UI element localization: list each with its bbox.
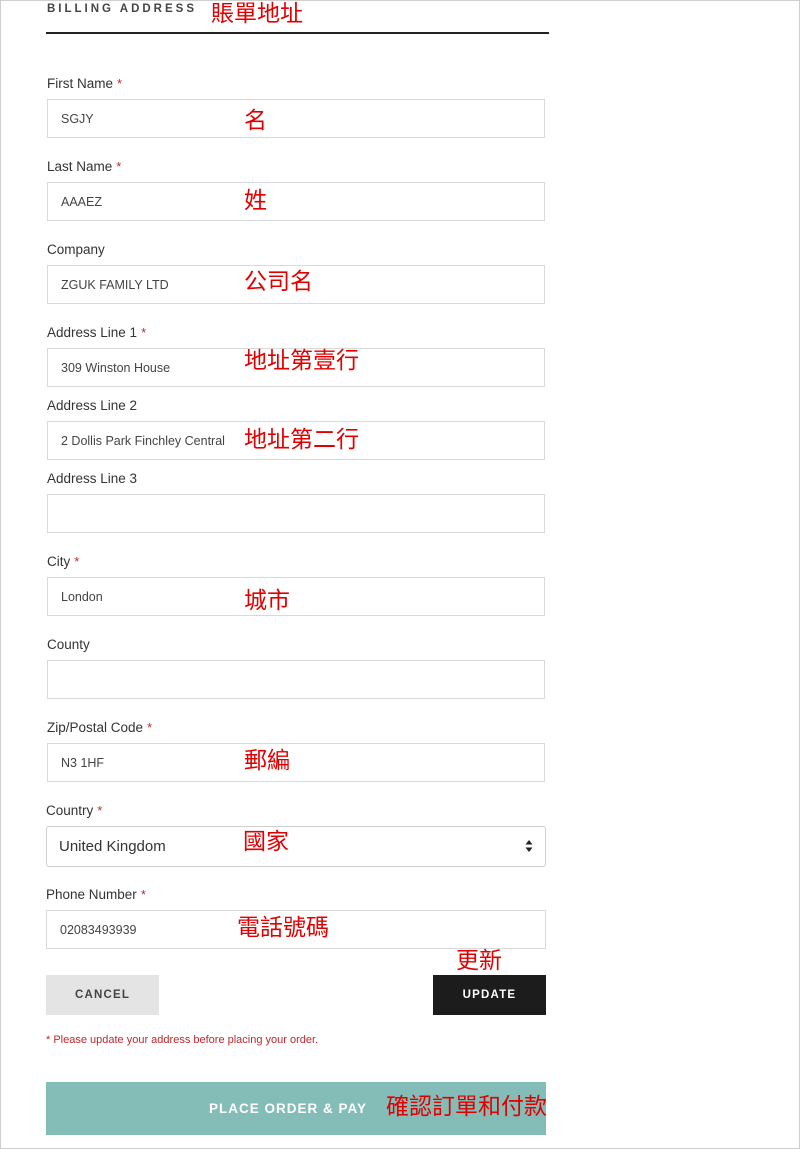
section-divider	[46, 32, 549, 34]
address-line-1-label: Address Line 1 *	[47, 325, 147, 340]
company-annotation: 公司名	[244, 269, 313, 295]
address-line-3-input[interactable]	[47, 494, 545, 533]
last-name-input[interactable]: AAAEZ	[47, 182, 545, 221]
zip-annotation: 郵編	[244, 748, 290, 774]
phone-annotation: 電話號碼	[237, 915, 329, 941]
required-asterisk: *	[97, 803, 103, 818]
county-label: County	[47, 637, 90, 652]
company-label: Company	[47, 242, 105, 257]
city-annotation: 城市	[244, 588, 290, 614]
country-selected-value: United Kingdom	[59, 838, 166, 855]
required-asterisk: *	[141, 325, 147, 340]
update-annotation: 更新	[456, 948, 502, 974]
zip-input[interactable]: N3 1HF	[47, 743, 545, 782]
first-name-annotation: 名	[244, 108, 267, 134]
country-label: Country *	[46, 803, 103, 818]
place-order-label: PLACE ORDER & PAY	[208, 1101, 368, 1116]
address-line-1-annotation: 地址第壹行	[244, 348, 359, 374]
address-line-2-annotation: 地址第二行	[244, 427, 359, 453]
address-line-2-label: Address Line 2	[47, 398, 138, 413]
cancel-button[interactable]: CANCEL	[46, 975, 159, 1015]
section-title-annotation: 賬單地址	[211, 1, 303, 27]
zip-label: Zip/Postal Code *	[47, 720, 153, 735]
city-input[interactable]: London	[47, 577, 545, 616]
select-arrows-icon	[525, 840, 533, 852]
last-name-label: Last Name *	[47, 159, 122, 174]
phone-label: Phone Number *	[46, 887, 146, 902]
place-order-annotation: 確認訂單和付款	[386, 1094, 547, 1120]
required-asterisk: *	[117, 76, 123, 91]
first-name-input[interactable]: SGJY	[47, 99, 545, 138]
required-asterisk: *	[74, 554, 80, 569]
address-line-3-label: Address Line 3	[47, 471, 138, 486]
country-select[interactable]: United Kingdom	[46, 826, 546, 867]
required-asterisk: *	[116, 159, 122, 174]
last-name-annotation: 姓	[244, 188, 267, 214]
required-asterisk: *	[147, 720, 153, 735]
update-button[interactable]: UPDATE	[433, 975, 546, 1015]
section-title: BILLING ADDRESS	[47, 3, 197, 15]
city-label: City *	[47, 554, 80, 569]
required-asterisk: *	[140, 887, 146, 902]
first-name-label: First Name *	[47, 76, 123, 91]
country-annotation: 國家	[243, 829, 289, 855]
county-input[interactable]	[47, 660, 545, 699]
update-address-notice: * Please update your address before plac…	[46, 1034, 319, 1046]
